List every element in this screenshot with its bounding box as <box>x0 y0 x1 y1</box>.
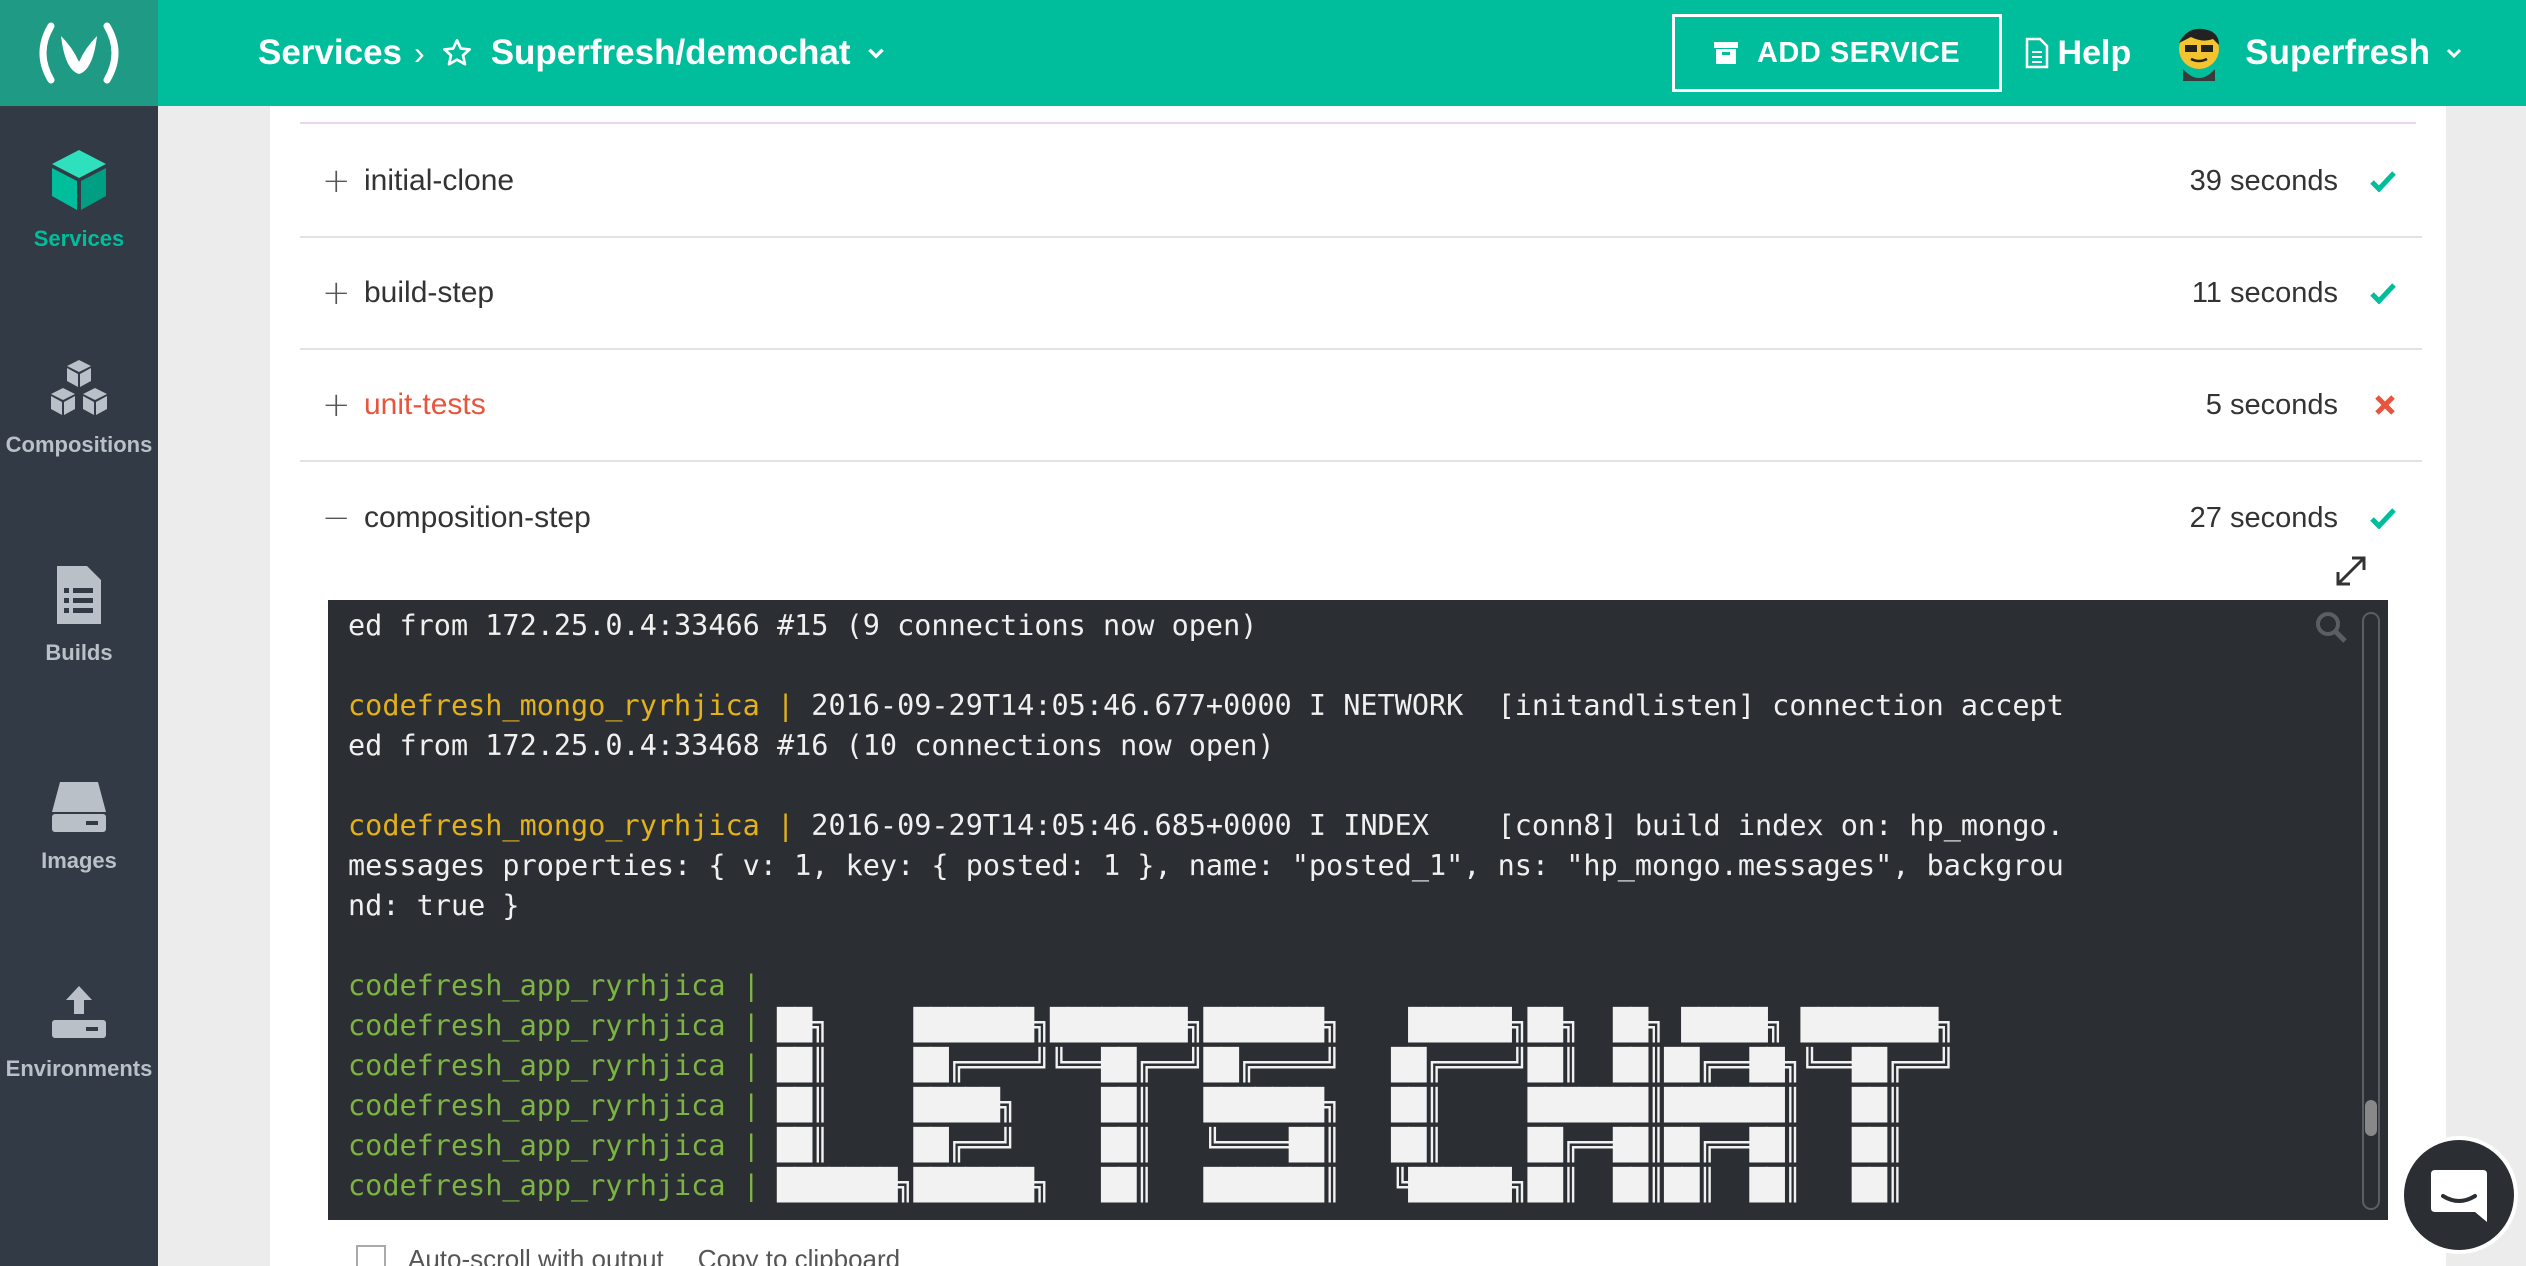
log-line: ed from 172.25.0.4:33468 #16 (10 connect… <box>348 726 2064 766</box>
step-row-initial-clone[interactable]: + initial-clone 39 seconds <box>300 126 2422 238</box>
log-text: ed from 172.25.0.4:33468 #16 (10 connect… <box>348 729 1275 762</box>
chevron-down-icon[interactable] <box>865 42 887 64</box>
sidebar-item-environments[interactable]: Environments <box>0 984 158 1082</box>
step-duration: 27 seconds <box>2189 501 2338 534</box>
breadcrumb: Services › Superfresh/demochat <box>258 33 887 73</box>
log-text: ed from 172.25.0.4:33466 #15 (9 connecti… <box>348 609 1258 642</box>
log-line: codefresh_app_ryrhjica | ██║ ██╔══╝ ██║ … <box>348 1126 2064 1166</box>
close-icon <box>2374 394 2396 416</box>
checkmark-icon <box>2370 507 2396 529</box>
step-name: unit-tests <box>364 388 486 421</box>
chevron-down-icon <box>2444 43 2464 63</box>
container-prefix: codefresh_app_ryrhjica | <box>348 1009 777 1042</box>
checkmark-icon <box>2370 170 2396 192</box>
sidebar-item-compositions[interactable]: Compositions <box>0 358 158 458</box>
log-text: 2016-09-29T14:05:46.685+0000 I INDEX [co… <box>811 809 2064 842</box>
sidebar-item-builds[interactable]: Builds <box>0 564 158 666</box>
log-options: Auto-scroll with output Copy to clipboar… <box>356 1244 900 1266</box>
log-text: ██║ █████╗ ██║ ███████╗ ██║ ███████║████… <box>776 1088 1904 1123</box>
log-line: codefresh_app_ryrhjica | ██╗ ███████╗███… <box>348 1006 2064 1046</box>
repo-name[interactable]: Superfresh/demochat <box>491 33 851 73</box>
step-name: composition-step <box>364 501 591 534</box>
cube-icon <box>52 150 106 210</box>
container-prefix: codefresh_app_ryrhjica | <box>348 1129 777 1162</box>
chat-icon <box>2431 1170 2487 1222</box>
scrollbar-thumb[interactable] <box>2365 1100 2377 1136</box>
help-link[interactable]: Help <box>2024 34 2131 73</box>
step-row-build-step[interactable]: + build-step 11 seconds <box>300 238 2422 350</box>
step-duration: 5 seconds <box>2205 388 2338 421</box>
drive-icon <box>52 782 106 832</box>
upload-icon <box>52 986 106 1038</box>
build-steps-panel: + initial-clone 39 seconds + build-step … <box>270 106 2446 1266</box>
document-list-icon <box>57 566 101 624</box>
container-prefix: codefresh_app_ryrhjica | <box>348 1049 777 1082</box>
copy-link[interactable]: Copy to clipboard <box>698 1244 900 1266</box>
expand-toggle[interactable]: + <box>322 385 364 425</box>
sidebar-item-images[interactable]: Images <box>0 778 158 874</box>
log-line: codefresh_app_ryrhjica | ███████╗███████… <box>348 1166 2064 1206</box>
autoscroll-checkbox[interactable] <box>356 1244 386 1266</box>
log-text: ███████╗███████╗ ██║ ███████║ ╚██████╗██… <box>776 1168 1904 1203</box>
sidebar: Services Compositions Builds Images Envi… <box>0 106 158 1266</box>
top-bar: Services › Superfresh/demochat ADD SERVI… <box>0 0 2526 106</box>
divider <box>300 122 2416 124</box>
checkmark-icon <box>2370 282 2396 304</box>
search-icon[interactable] <box>2314 610 2348 649</box>
breadcrumb-separator: › <box>414 34 425 71</box>
log-text: ██║ ██╔══╝ ██║ ╚════██║ ██║ ██╔══██║██╔═… <box>776 1128 1904 1163</box>
step-name: initial-clone <box>364 164 515 197</box>
chat-launcher[interactable] <box>2400 1136 2518 1254</box>
log-line: nd: true } <box>348 886 2064 926</box>
fullscreen-icon[interactable] <box>2334 554 2368 593</box>
codefresh-logo[interactable] <box>0 0 158 106</box>
container-prefix: codefresh_app_ryrhjica | <box>348 1089 777 1122</box>
collapse-toggle[interactable]: − <box>322 498 364 538</box>
log-line: messages properties: { v: 1, key: { post… <box>348 846 2064 886</box>
log-line: codefresh_mongo_ryrhjica | 2016-09-29T14… <box>348 806 2064 846</box>
step-duration: 39 seconds <box>2189 164 2338 197</box>
logo-icon <box>39 22 119 84</box>
container-prefix: codefresh_app_ryrhjica | <box>348 969 777 1002</box>
log-line: codefresh_app_ryrhjica | <box>348 966 2064 1006</box>
star-icon[interactable] <box>441 37 473 69</box>
user-menu[interactable]: Superfresh <box>2173 25 2464 81</box>
autoscroll-label: Auto-scroll with output <box>408 1244 664 1266</box>
add-service-button[interactable]: ADD SERVICE <box>1671 14 2002 92</box>
expand-toggle[interactable]: + <box>322 161 364 201</box>
archive-icon <box>1713 42 1738 64</box>
expand-toggle[interactable]: + <box>322 273 364 313</box>
sidebar-item-services[interactable]: Services <box>0 148 158 252</box>
log-text: messages properties: { v: 1, key: { post… <box>348 849 2064 882</box>
container-prefix: codefresh_mongo_ryrhjica | <box>348 809 812 842</box>
log-text: 2016-09-29T14:05:46.677+0000 I NETWORK [… <box>811 689 2064 722</box>
log-line: ed from 172.25.0.4:33466 #15 (9 connecti… <box>348 606 2064 646</box>
cubes-icon <box>51 360 107 415</box>
log-text: ██╗ ███████╗████████╗███████╗ ██████╗██╗… <box>776 1008 1955 1043</box>
document-icon <box>2025 37 2048 69</box>
container-prefix: codefresh_mongo_ryrhjica | <box>348 689 812 722</box>
log-text: ██║ ██╔════╝╚══██╔══╝██╔════╝ ██╔════╝██… <box>776 1048 1955 1083</box>
container-prefix: codefresh_app_ryrhjica | <box>348 1169 777 1202</box>
log-output: ed from 172.25.0.4:33466 #15 (9 connecti… <box>348 606 2064 1206</box>
log-line: codefresh_app_ryrhjica | ██║ ██╔════╝╚══… <box>348 1046 2064 1086</box>
log-line: codefresh_mongo_ryrhjica | 2016-09-29T14… <box>348 686 2064 726</box>
step-name: build-step <box>364 276 495 309</box>
log-line: codefresh_app_ryrhjica | ██║ █████╗ ██║ … <box>348 1086 2064 1126</box>
log-text: nd: true } <box>348 889 520 922</box>
log-terminal[interactable]: ed from 172.25.0.4:33466 #15 (9 connecti… <box>328 600 2388 1220</box>
step-row-unit-tests[interactable]: + unit-tests 5 seconds <box>300 350 2422 462</box>
step-row-composition-step[interactable]: − composition-step 27 seconds <box>300 462 2422 574</box>
breadcrumb-services[interactable]: Services <box>258 33 402 73</box>
step-duration: 11 seconds <box>2191 276 2338 309</box>
avatar <box>2179 28 2220 81</box>
